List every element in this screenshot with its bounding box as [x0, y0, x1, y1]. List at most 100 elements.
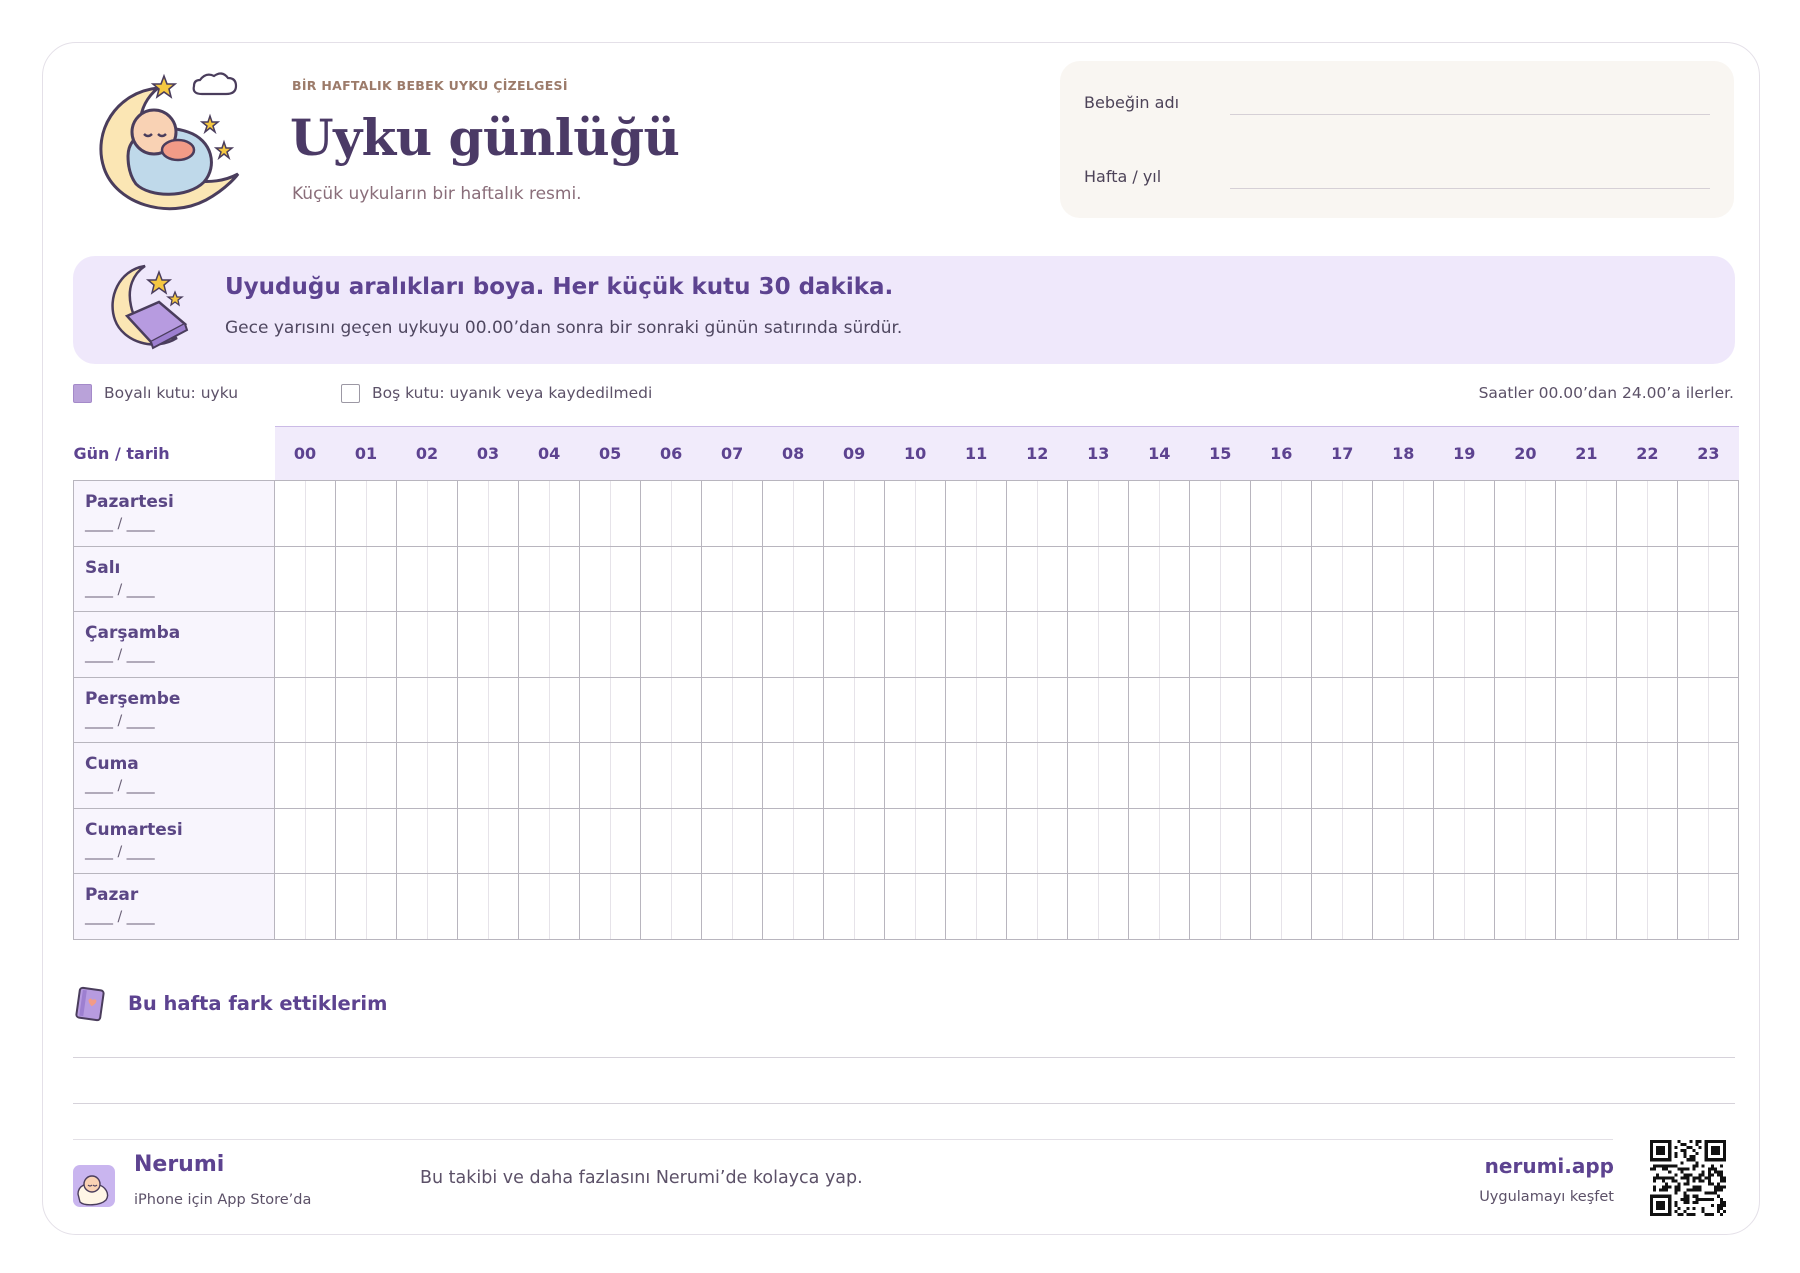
half-hour-cell[interactable]	[579, 742, 642, 809]
half-hour-cell[interactable]	[1189, 807, 1252, 874]
half-hour-cell[interactable]	[1677, 480, 1740, 547]
half-hour-cell[interactable]	[1250, 873, 1313, 940]
half-hour-cell[interactable]	[396, 480, 459, 547]
half-hour-cell[interactable]	[1494, 676, 1557, 743]
half-hour-cell[interactable]	[884, 676, 947, 743]
half-hour-cell[interactable]	[335, 742, 398, 809]
half-hour-cell[interactable]	[1616, 807, 1679, 874]
half-hour-cell[interactable]	[1616, 611, 1679, 678]
day-date-field[interactable]: ____ / ____	[85, 516, 274, 532]
half-hour-cell[interactable]	[1006, 676, 1069, 743]
week-year-field[interactable]	[1230, 188, 1710, 189]
half-hour-cell[interactable]	[762, 545, 825, 612]
half-hour-cell[interactable]	[1311, 480, 1374, 547]
half-hour-cell[interactable]	[1311, 611, 1374, 678]
half-hour-cell[interactable]	[823, 873, 886, 940]
half-hour-cell[interactable]	[701, 480, 764, 547]
half-hour-cell[interactable]	[762, 676, 825, 743]
half-hour-cell[interactable]	[273, 807, 337, 874]
half-hour-cell[interactable]	[823, 807, 886, 874]
half-hour-cell[interactable]	[1372, 873, 1435, 940]
half-hour-cell[interactable]	[518, 676, 581, 743]
qr-code-icon[interactable]	[1650, 1140, 1726, 1216]
half-hour-cell[interactable]	[1189, 873, 1252, 940]
half-hour-cell[interactable]	[518, 480, 581, 547]
half-hour-cell[interactable]	[396, 676, 459, 743]
half-hour-cell[interactable]	[273, 480, 337, 547]
half-hour-cell[interactable]	[1250, 807, 1313, 874]
half-hour-cell[interactable]	[1067, 807, 1130, 874]
half-hour-cell[interactable]	[1616, 545, 1679, 612]
half-hour-cell[interactable]	[762, 873, 825, 940]
half-hour-cell[interactable]	[1311, 807, 1374, 874]
half-hour-cell[interactable]	[1311, 742, 1374, 809]
notes-line-1[interactable]	[73, 1057, 1735, 1058]
half-hour-cell[interactable]	[1189, 545, 1252, 612]
half-hour-cell[interactable]	[701, 676, 764, 743]
half-hour-cell[interactable]	[762, 480, 825, 547]
day-date-field[interactable]: ____ / ____	[85, 582, 274, 598]
half-hour-cell[interactable]	[640, 742, 703, 809]
half-hour-cell[interactable]	[518, 611, 581, 678]
half-hour-cell[interactable]	[1128, 873, 1191, 940]
half-hour-cell[interactable]	[1128, 480, 1191, 547]
half-hour-cell[interactable]	[335, 676, 398, 743]
half-hour-cell[interactable]	[1189, 611, 1252, 678]
half-hour-cell[interactable]	[1311, 873, 1374, 940]
half-hour-cell[interactable]	[1067, 480, 1130, 547]
half-hour-cell[interactable]	[640, 807, 703, 874]
half-hour-cell[interactable]	[1189, 676, 1252, 743]
day-date-field[interactable]: ____ / ____	[85, 713, 274, 729]
half-hour-cell[interactable]	[1189, 480, 1252, 547]
half-hour-cell[interactable]	[1494, 742, 1557, 809]
day-date-field[interactable]: ____ / ____	[85, 844, 274, 860]
half-hour-cell[interactable]	[762, 807, 825, 874]
half-hour-cell[interactable]	[1311, 676, 1374, 743]
half-hour-cell[interactable]	[1433, 742, 1496, 809]
half-hour-cell[interactable]	[457, 480, 520, 547]
half-hour-cell[interactable]	[884, 873, 947, 940]
half-hour-cell[interactable]	[1372, 676, 1435, 743]
half-hour-cell[interactable]	[945, 742, 1008, 809]
half-hour-cell[interactable]	[1433, 611, 1496, 678]
half-hour-cell[interactable]	[1372, 611, 1435, 678]
half-hour-cell[interactable]	[884, 480, 947, 547]
half-hour-cell[interactable]	[1067, 611, 1130, 678]
day-date-field[interactable]: ____ / ____	[85, 909, 274, 925]
half-hour-cell[interactable]	[1433, 480, 1496, 547]
half-hour-cell[interactable]	[945, 873, 1008, 940]
half-hour-cell[interactable]	[396, 807, 459, 874]
half-hour-cell[interactable]	[457, 676, 520, 743]
half-hour-cell[interactable]	[640, 611, 703, 678]
half-hour-cell[interactable]	[457, 807, 520, 874]
half-hour-cell[interactable]	[823, 480, 886, 547]
half-hour-cell[interactable]	[579, 873, 642, 940]
half-hour-cell[interactable]	[1372, 480, 1435, 547]
half-hour-cell[interactable]	[396, 873, 459, 940]
half-hour-cell[interactable]	[1494, 611, 1557, 678]
half-hour-cell[interactable]	[1433, 873, 1496, 940]
half-hour-cell[interactable]	[579, 545, 642, 612]
half-hour-cell[interactable]	[1555, 545, 1618, 612]
half-hour-cell[interactable]	[823, 611, 886, 678]
half-hour-cell[interactable]	[1555, 742, 1618, 809]
half-hour-cell[interactable]	[1494, 545, 1557, 612]
half-hour-cell[interactable]	[335, 611, 398, 678]
half-hour-cell[interactable]	[1555, 676, 1618, 743]
notes-line-2[interactable]	[73, 1103, 1735, 1104]
half-hour-cell[interactable]	[457, 611, 520, 678]
half-hour-cell[interactable]	[640, 873, 703, 940]
half-hour-cell[interactable]	[701, 807, 764, 874]
half-hour-cell[interactable]	[1555, 807, 1618, 874]
half-hour-cell[interactable]	[884, 545, 947, 612]
baby-name-field[interactable]	[1230, 114, 1710, 115]
half-hour-cell[interactable]	[1250, 742, 1313, 809]
half-hour-cell[interactable]	[640, 545, 703, 612]
half-hour-cell[interactable]	[1677, 545, 1740, 612]
half-hour-cell[interactable]	[1677, 807, 1740, 874]
half-hour-cell[interactable]	[1494, 873, 1557, 940]
half-hour-cell[interactable]	[1311, 545, 1374, 612]
half-hour-cell[interactable]	[945, 611, 1008, 678]
half-hour-cell[interactable]	[1006, 807, 1069, 874]
half-hour-cell[interactable]	[1128, 676, 1191, 743]
